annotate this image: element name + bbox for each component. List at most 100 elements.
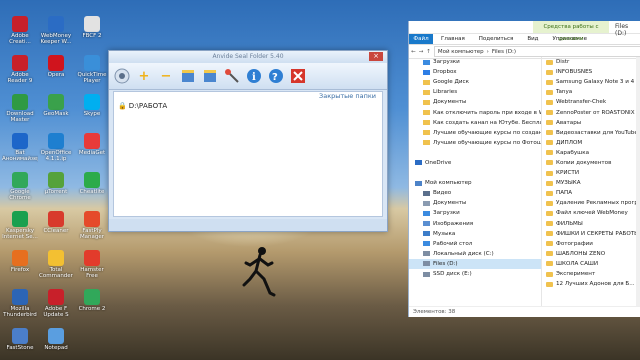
explorer-titlebar[interactable]: Средства работы с дисками Files (D:) [409,21,640,42]
desktop-icon[interactable]: Skype [74,92,110,126]
key-icon[interactable] [223,67,241,85]
list-item[interactable]: Samsung Galaxy Note 3 и 4 [542,77,640,87]
anvide-titlebar[interactable]: Anvide Seal Folder 5.40 × [109,51,387,63]
desktop-icon[interactable]: FastPly Manager [74,209,110,243]
drive-tools-tab[interactable]: Средства работы с дисками [533,21,609,42]
unlock-folder-button[interactable] [201,67,219,85]
desktop-icon[interactable]: WebMoney Keeper W... [38,14,74,48]
nav-item[interactable]: Как отключить пароль при входе в Win [409,107,541,117]
nav-item[interactable]: SSD диск (E:) [409,269,541,279]
info-icon[interactable]: i [245,67,263,85]
list-item[interactable]: Карабушка [542,148,640,158]
list-item[interactable]: КРИСТИ [542,168,640,178]
desktop-icon[interactable]: Adobe Reader 9 [2,53,38,87]
nav-item[interactable]: Загрузки [409,57,541,67]
up-icon[interactable]: ↑ [426,49,431,55]
nav-item[interactable]: Документы [409,97,541,107]
desktop-icon[interactable]: Chrome 2 [74,287,110,321]
tab-view[interactable]: Вид [527,36,538,42]
list-item[interactable]: Эксперимент [542,269,640,279]
list-item[interactable]: Файл ключей WebMoney [542,208,640,218]
nav-item[interactable]: Мой компьютер [409,178,541,188]
nav-item[interactable]: Files (D:) [409,258,541,269]
nav-item[interactable]: Libraries [409,87,541,97]
list-item[interactable]: 12 Лучших Адонов для Б... [542,279,640,289]
list-item[interactable]: ПАПА [542,188,640,198]
tab-share[interactable]: Поделиться [479,36,514,42]
nav-item [409,168,541,178]
help-icon[interactable]: ? [267,67,285,85]
nav-item[interactable]: Лучшие обучающие курсы по Фотошо [409,138,541,148]
desktop-icon[interactable]: Mozilla Thunderbird [2,287,38,321]
desktop-icon-label: MediaGet [78,150,106,156]
nav-item[interactable]: Лучшие обучающие курсы по создани [409,128,541,138]
close-icon[interactable]: × [369,52,383,61]
list-item-label: ZennoPoster от ROASTONIX [556,109,635,116]
desktop-icon[interactable]: Adobe F Update S [38,287,74,321]
forward-icon[interactable]: → [419,49,424,55]
remove-folder-button[interactable]: − [157,67,175,85]
list-item[interactable]: Distr [542,57,640,67]
list-item[interactable]: Копии документов [542,158,640,168]
list-item[interactable]: ШАБЛОНЫ ZENO [542,249,640,259]
menu-icon[interactable] [113,67,131,85]
desktop-icon[interactable]: FastStone [2,326,38,360]
list-item[interactable]: ZennoPoster от ROASTONIX [542,107,640,117]
nav-item[interactable]: Как создать канал на Ютубе. Бесплатна [409,118,541,128]
scrollbar[interactable] [636,57,640,307]
nav-item[interactable]: Изображения [409,219,541,229]
nav-item[interactable]: Локальный диск (C:) [409,249,541,259]
desktop-icon[interactable]: Cheatlite [74,170,110,204]
nav-item-label: Видео [433,190,452,197]
add-folder-button[interactable]: + [135,67,153,85]
exit-icon[interactable] [289,67,307,85]
nav-item[interactable]: Google Диск [409,77,541,87]
desktop-icon[interactable]: Download Master [2,92,38,126]
breadcrumb-drive[interactable]: Files (D:) [492,49,516,55]
desktop-icon[interactable]: Hamster Free [74,248,110,282]
nav-item[interactable]: OneDrive [409,158,541,168]
desktop-icon[interactable]: OpenOffice 4.1.1.ip [38,131,74,165]
folder-icon [546,210,553,216]
desktop-icon[interactable]: Notepad [38,326,74,360]
desktop-icon[interactable]: Opera [38,53,74,87]
desktop-icon[interactable]: CCleaner [38,209,74,243]
file-tab[interactable]: Файл [409,34,433,44]
nav-item[interactable]: Рабочий стол [409,239,541,249]
tab-home[interactable]: Главная [441,36,465,42]
locked-folder-row[interactable]: 🔒 D:\РАБОТА [118,102,167,110]
desktop-icon[interactable]: Firefox [2,248,38,282]
desktop-icon[interactable]: Google Chrome [2,170,38,204]
back-icon[interactable]: ← [411,49,416,55]
list-item[interactable]: Удаление Рекламных программ [542,198,640,208]
desktop-icon[interactable]: µTorrent [38,170,74,204]
list-item[interactable]: ФИЛЬМЫ [542,219,640,229]
list-item[interactable]: Webtransfer-Chek [542,97,640,107]
list-item[interactable]: Аватары [542,118,640,128]
list-item[interactable]: Tanya [542,87,640,97]
desktop-icon[interactable]: Total Commander [38,248,74,282]
desktop-icon[interactable]: Kaspersky Internet Se... [2,209,38,243]
desktop-icon[interactable]: FBCF 2 [74,14,110,48]
nav-item[interactable]: Загрузки [409,208,541,218]
desktop-icon[interactable]: Bat Анонимайзер [2,131,38,165]
list-item[interactable]: INFOBUSNES [542,67,640,77]
desktop-icon[interactable]: QuickTime Player [74,53,110,87]
nav-item[interactable]: Dropbox [409,67,541,77]
desktop-icon[interactable]: GeoMask [38,92,74,126]
list-item[interactable]: ДИПЛОМ [542,138,640,148]
nav-item[interactable]: Документы [409,198,541,208]
desktop-icon[interactable]: Adobe Creati... [2,14,38,48]
list-item[interactable]: ШКОЛА САШИ [542,259,640,269]
list-item[interactable]: Видеозаставки для YouTube [542,128,640,138]
desktop-icon[interactable]: MediaGet [74,131,110,165]
breadcrumb-pc[interactable]: Мой компьютер [438,49,484,55]
nav-item[interactable]: Музыка [409,229,541,239]
address-bar[interactable]: Мой компьютер › Files (D:) [433,46,640,57]
hidden-folders-link[interactable]: Закрытые папки [319,92,376,100]
list-item[interactable]: МУЗЫКА [542,178,640,188]
list-item[interactable]: Фотографии [542,239,640,249]
lock-folder-button[interactable] [179,67,197,85]
list-item[interactable]: ФИШКИ И СЕКРЕТЫ РАБОТЫ НА [542,229,640,239]
nav-item[interactable]: Видео [409,188,541,198]
